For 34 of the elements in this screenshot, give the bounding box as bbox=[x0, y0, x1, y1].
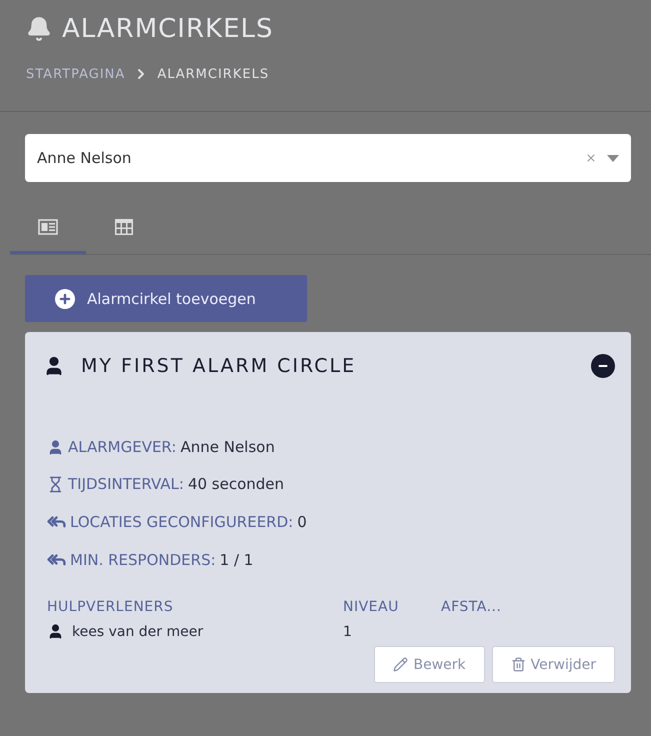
page-title: ALARMCIRKELS bbox=[62, 14, 274, 44]
info-value: 40 seconden bbox=[188, 475, 284, 493]
info-label: TIJDSINTERVAL: bbox=[68, 475, 184, 493]
info-label: LOCATIES GECONFIGUREERD: bbox=[70, 512, 294, 530]
delete-button[interactable]: Verwijder bbox=[492, 646, 615, 683]
person-icon bbox=[47, 438, 64, 456]
info-label: ALARMGEVER: bbox=[68, 438, 176, 456]
card-view-icon bbox=[38, 218, 58, 234]
breadcrumb-link[interactable]: STARTPAGINA bbox=[26, 66, 126, 82]
column-header: AFSTA... bbox=[441, 599, 502, 615]
table-view-icon bbox=[115, 218, 133, 234]
select-value: Anne Nelson bbox=[37, 149, 132, 167]
add-alarm-circle-button[interactable]: Alarmcirkel toevoegen bbox=[25, 275, 307, 322]
dropdown-caret-icon[interactable] bbox=[607, 154, 619, 162]
column-header: HULPVERLENERS bbox=[47, 599, 174, 615]
pencil-icon bbox=[393, 657, 408, 672]
info-value: Anne Nelson bbox=[180, 438, 275, 456]
column-header: NIVEAU bbox=[343, 599, 400, 615]
person-select[interactable]: Anne Nelson bbox=[25, 134, 631, 182]
info-value: 1 / 1 bbox=[220, 550, 254, 568]
trash-icon bbox=[510, 657, 526, 672]
info-label: MIN. RESPONDERS: bbox=[70, 550, 216, 568]
info-value: 0 bbox=[297, 512, 307, 530]
breadcrumb-current: ALARMCIRKELS bbox=[157, 66, 270, 82]
level-value: 1 bbox=[343, 624, 352, 640]
clear-icon[interactable] bbox=[585, 152, 597, 164]
person-icon bbox=[47, 623, 64, 640]
responder-name: kees van der meer bbox=[72, 624, 204, 640]
collapse-button[interactable] bbox=[591, 354, 615, 378]
plus-icon bbox=[55, 288, 75, 308]
card-title: MY FIRST ALARM CIRCLE bbox=[81, 355, 358, 377]
hourglass-icon bbox=[47, 476, 64, 492]
bell-icon bbox=[26, 16, 52, 42]
edit-button[interactable]: Bewerk bbox=[374, 646, 485, 683]
